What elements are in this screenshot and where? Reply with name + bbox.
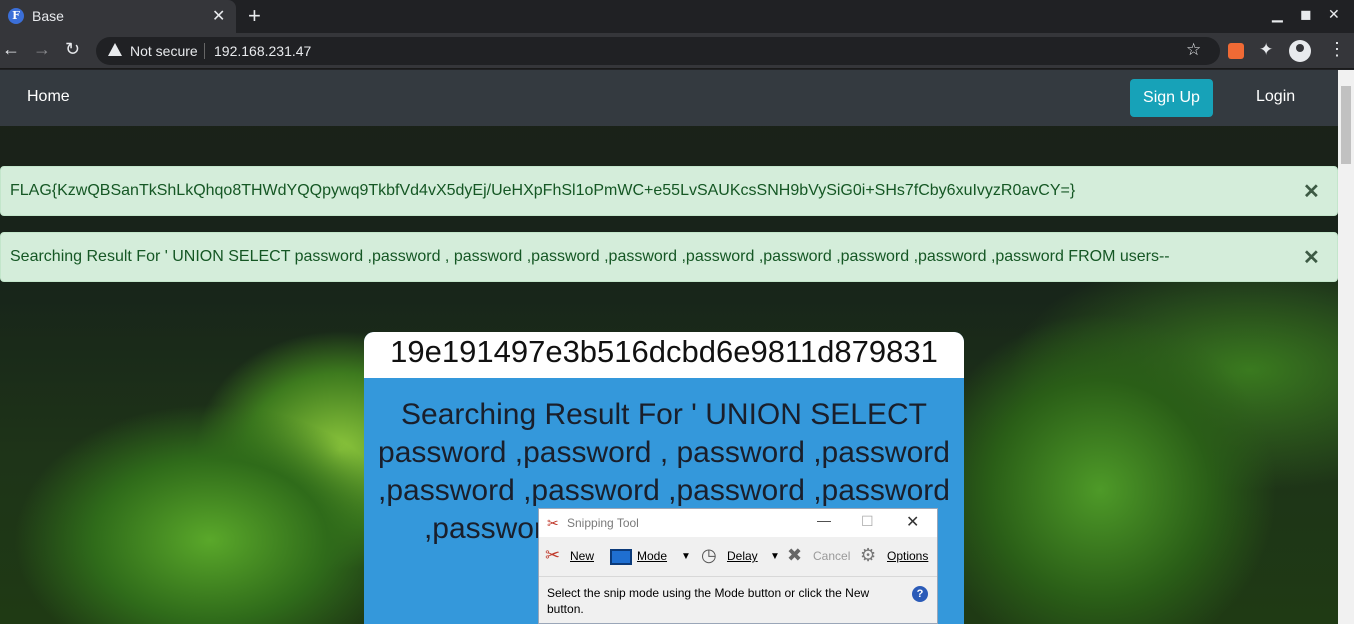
options-gear-icon[interactable]: ⚙ bbox=[860, 545, 876, 566]
nav-home-link[interactable]: Home bbox=[27, 88, 70, 106]
maximize-icon[interactable]: ◼ bbox=[1300, 6, 1312, 23]
snipping-tool-title: Snipping Tool bbox=[567, 516, 639, 530]
snip-maximize-icon[interactable]: ☐ bbox=[861, 513, 874, 530]
snipping-tool-titlebar[interactable]: ✂ Snipping Tool — ☐ ✕ bbox=[539, 509, 937, 537]
forward-icon[interactable]: → bbox=[33, 39, 51, 60]
flag-alert: FLAG{KzwQBSanTkShLkQhqo8THWdYQQpywq9Tkbf… bbox=[0, 166, 1338, 216]
bookmark-star-icon[interactable]: ☆ bbox=[1186, 40, 1201, 60]
new-tab-icon[interactable]: + bbox=[248, 3, 261, 29]
extension-icon[interactable] bbox=[1228, 43, 1244, 59]
close-icon[interactable]: ✕ bbox=[1303, 179, 1320, 204]
cancel-x-icon: ✖ bbox=[787, 545, 803, 565]
profile-avatar-icon[interactable] bbox=[1289, 40, 1311, 62]
snipping-tool-toolbar: ✂ New Mode ▼ ◷ Delay ▼ ✖ Cancel ⚙ Option… bbox=[539, 537, 937, 577]
help-icon[interactable]: ? bbox=[912, 586, 928, 602]
cancel-button: Cancel bbox=[813, 549, 851, 563]
card-hash-header: 19e191497e3b516dcbd6e9811d879831 bbox=[364, 332, 964, 378]
search-result-alert: Searching Result For ' UNION SELECT pass… bbox=[0, 232, 1338, 282]
site-navbar: Home Sign Up Login bbox=[0, 70, 1338, 126]
mode-icon[interactable] bbox=[610, 549, 632, 565]
delay-clock-icon[interactable]: ◷ bbox=[701, 545, 717, 566]
search-alert-text: Searching Result For ' UNION SELECT pass… bbox=[10, 248, 1170, 265]
flag-alert-text: FLAG{KzwQBSanTkShLkQhqo8THWdYQQpywq9Tkbf… bbox=[10, 182, 1076, 199]
mode-dropdown-icon[interactable]: ▼ bbox=[681, 551, 691, 562]
url-text[interactable]: 192.168.231.47 bbox=[214, 43, 311, 59]
browser-tab-bar: F Base ✕ + ▁ ◼ ✕ bbox=[0, 0, 1354, 33]
close-icon[interactable]: ✕ bbox=[1303, 245, 1320, 270]
snipping-tool-window: ✂ Snipping Tool — ☐ ✕ ✂ New Mode ▼ ◷ Del… bbox=[538, 508, 938, 624]
browser-toolbar: ← → ↻ Not secure 192.168.231.47 ☆ ✦ ⋮ bbox=[0, 33, 1354, 69]
delay-button[interactable]: Delay bbox=[727, 549, 758, 563]
mode-button[interactable]: Mode bbox=[637, 549, 667, 563]
sign-up-button[interactable]: Sign Up bbox=[1130, 79, 1213, 117]
browser-menu-icon[interactable]: ⋮ bbox=[1328, 39, 1346, 60]
page-scrollbar[interactable] bbox=[1338, 70, 1354, 624]
back-icon[interactable]: ← bbox=[2, 39, 20, 60]
snip-minimize-icon[interactable]: — bbox=[817, 512, 831, 528]
scissors-icon: ✂ bbox=[547, 515, 559, 531]
snipping-tool-message: Select the snip mode using the Mode butt… bbox=[547, 586, 870, 616]
tab-title: Base bbox=[32, 8, 64, 24]
extensions-puzzle-icon[interactable]: ✦ bbox=[1259, 40, 1273, 60]
delay-dropdown-icon[interactable]: ▼ bbox=[770, 551, 780, 562]
snip-close-icon[interactable]: ✕ bbox=[906, 512, 919, 532]
address-divider bbox=[204, 43, 205, 59]
options-button[interactable]: Options bbox=[887, 549, 928, 563]
close-tab-icon[interactable]: ✕ bbox=[212, 6, 225, 26]
nav-login-link[interactable]: Login bbox=[1256, 88, 1295, 106]
scrollbar-thumb[interactable] bbox=[1341, 86, 1351, 164]
warning-icon[interactable] bbox=[108, 43, 122, 56]
new-snip-icon[interactable]: ✂ bbox=[545, 545, 560, 566]
browser-tab[interactable]: F Base ✕ bbox=[0, 0, 236, 33]
security-label[interactable]: Not secure bbox=[130, 43, 198, 59]
reload-icon[interactable]: ↻ bbox=[65, 39, 80, 60]
favicon-icon: F bbox=[8, 8, 24, 24]
minimize-icon[interactable]: ▁ bbox=[1272, 6, 1283, 23]
address-bar[interactable]: Not secure 192.168.231.47 ☆ bbox=[96, 37, 1220, 65]
window-close-icon[interactable]: ✕ bbox=[1328, 6, 1340, 23]
new-snip-button[interactable]: New bbox=[570, 549, 594, 563]
